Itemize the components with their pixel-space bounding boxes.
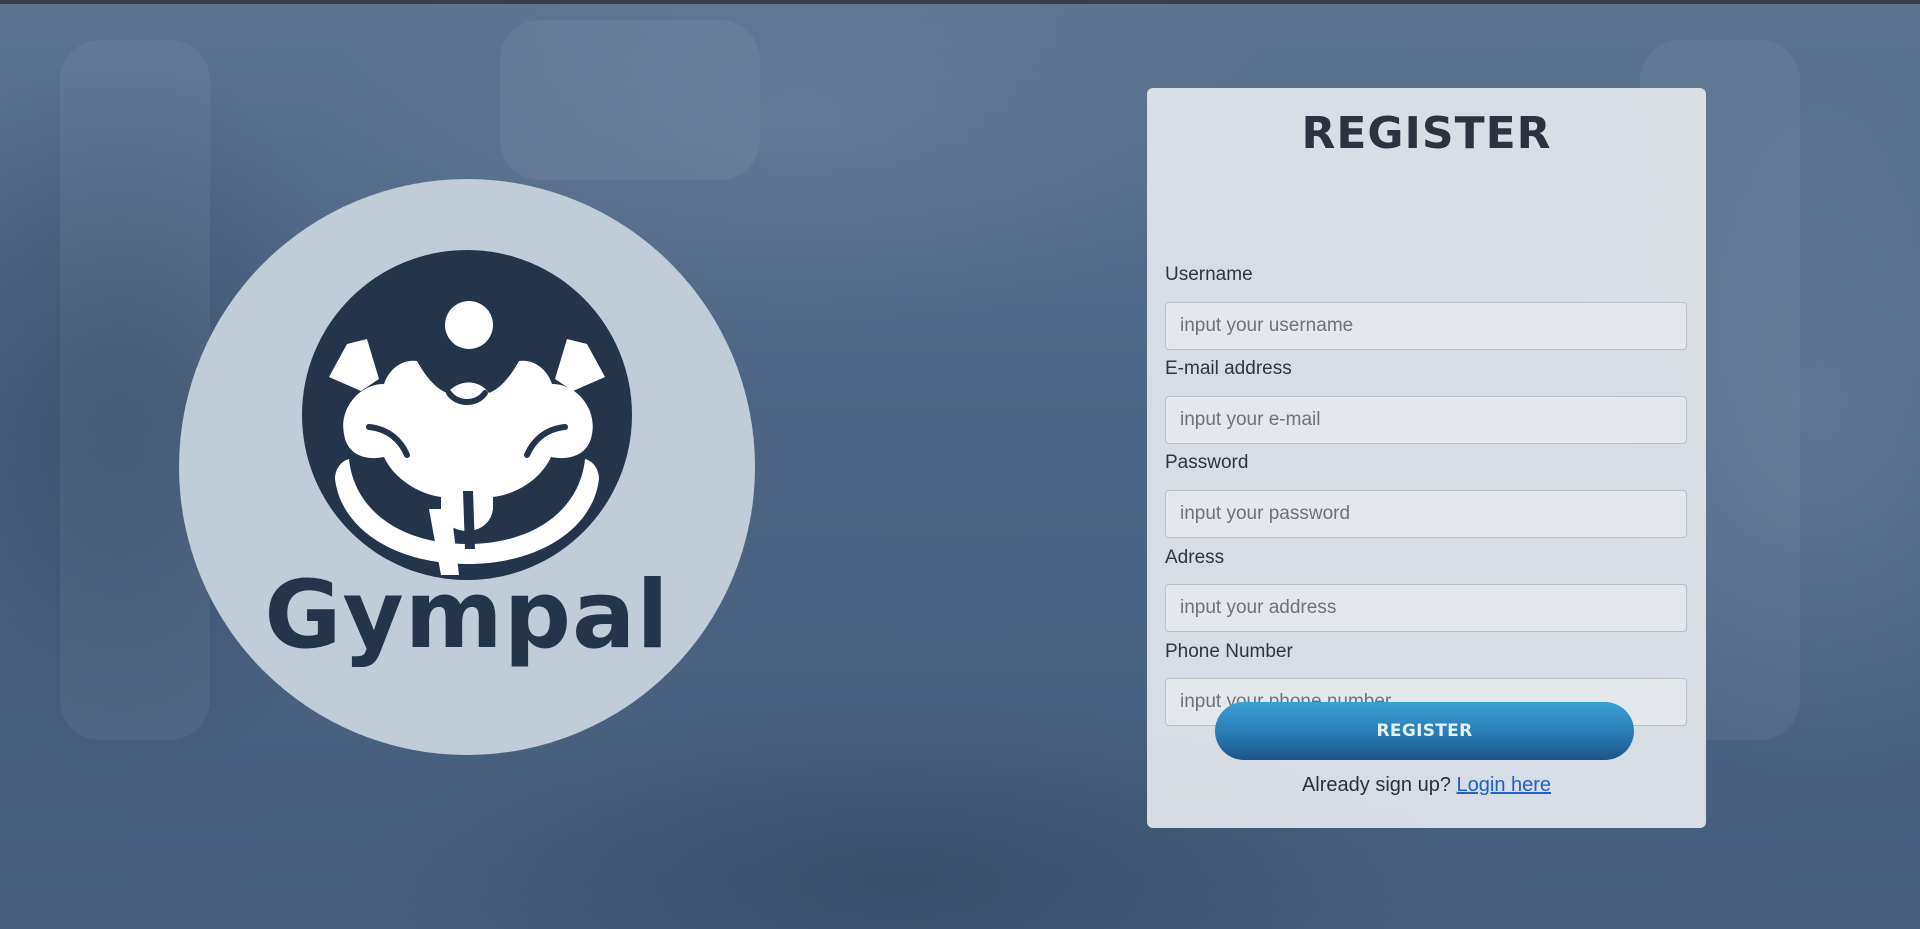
brand-wordmark: Gympal [264, 561, 670, 670]
window-top-edge [0, 0, 1920, 4]
username-label: Username [1165, 264, 1253, 285]
login-link[interactable]: Login here [1457, 774, 1552, 796]
address-label: Adress [1165, 547, 1225, 568]
form-title: REGISTER [1301, 108, 1552, 159]
login-prompt-text: Already sign up? [1301, 774, 1451, 796]
phone-label: Phone Number [1165, 641, 1293, 662]
login-prompt: Already sign up? Login here [1147, 774, 1706, 797]
password-label: Password [1165, 452, 1249, 473]
gympal-logo: Gympal [179, 179, 755, 755]
username-input[interactable] [1165, 302, 1687, 350]
email-label: E-mail address [1165, 358, 1292, 379]
background-window [500, 20, 760, 180]
address-input[interactable] [1165, 584, 1687, 632]
register-button[interactable]: REGISTER [1215, 702, 1634, 760]
email-input[interactable] [1165, 396, 1687, 444]
password-input[interactable] [1165, 490, 1687, 538]
register-form: REGISTER Username E-mail address Passwor… [1147, 88, 1706, 828]
